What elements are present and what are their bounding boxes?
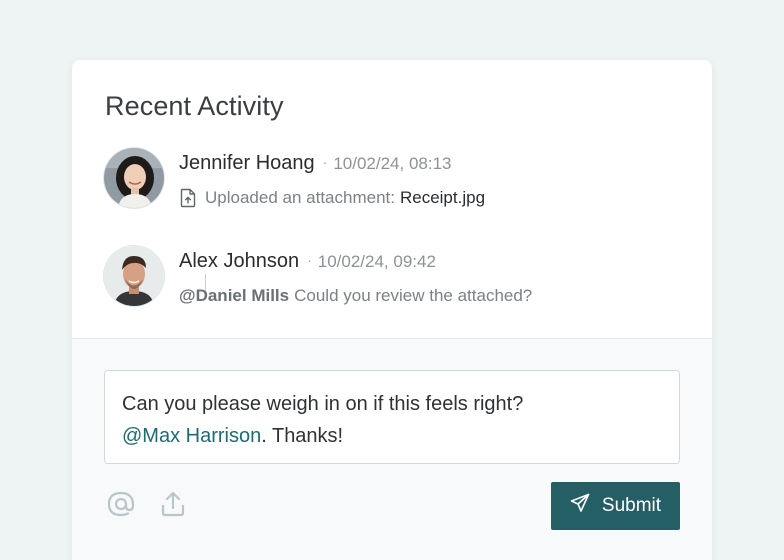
timestamp: 10/02/24, 09:42 bbox=[317, 252, 436, 271]
send-icon bbox=[570, 493, 590, 519]
user-mention[interactable]: @Daniel Mills bbox=[179, 286, 289, 306]
activity-item: Alex Johnson · 10/02/24, 09:42 @Daniel Mil… bbox=[104, 246, 694, 308]
activity-card: Recent Activity Jennifer Hoang · 10/02/24,… bbox=[72, 60, 712, 560]
user-name[interactable]: Alex Johnson bbox=[179, 250, 299, 272]
avatar[interactable] bbox=[104, 148, 164, 208]
activity-section: Recent Activity Jennifer Hoang · 10/02/24,… bbox=[72, 60, 712, 338]
comment-text: Could you review the attached? bbox=[294, 286, 533, 305]
file-upload-icon bbox=[179, 188, 197, 208]
comment-composer-section: Can you please weigh in on if this feels… bbox=[72, 338, 712, 560]
submit-label: Submit bbox=[601, 495, 662, 516]
comment-input[interactable]: Can you please weigh in on if this feels… bbox=[104, 370, 680, 464]
separator-dot: · bbox=[322, 154, 328, 170]
submit-button[interactable]: Submit bbox=[551, 482, 680, 530]
separator-dot: · bbox=[307, 252, 312, 268]
composer-toolbar bbox=[106, 489, 188, 519]
timestamp: 10/02/24, 08:13 bbox=[333, 154, 452, 173]
panel-title: Recent Activity bbox=[105, 91, 284, 121]
at-sign-icon[interactable] bbox=[106, 489, 136, 519]
upload-icon[interactable] bbox=[158, 489, 188, 519]
attachment-link[interactable]: Receipt.jpg bbox=[400, 188, 485, 208]
activity-description: Uploaded an attachment: bbox=[205, 188, 395, 207]
user-name[interactable]: Jennifer Hoang bbox=[179, 152, 315, 174]
composer-mention[interactable]: @Max Harrison bbox=[122, 425, 261, 447]
avatar[interactable] bbox=[104, 246, 164, 306]
comment-input-text: Can you please weigh in on if this feels… bbox=[122, 393, 524, 415]
activity-item: Jennifer Hoang · 10/02/24, 08:13 Uploaded … bbox=[104, 148, 694, 210]
comment-input-text-tail: . Thanks! bbox=[261, 425, 344, 447]
